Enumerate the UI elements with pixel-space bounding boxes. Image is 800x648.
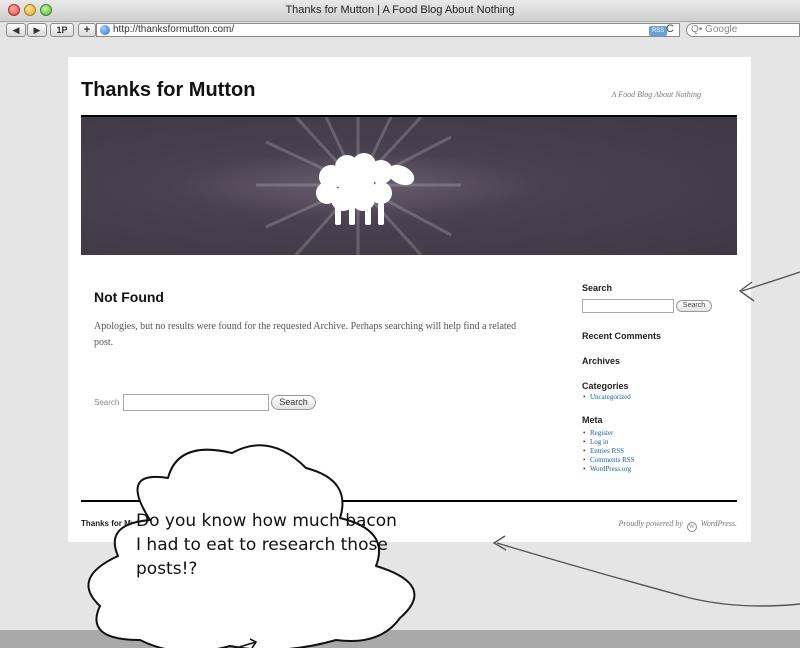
arrow-to-search xyxy=(738,271,800,302)
arrow-to-footer xyxy=(492,535,800,607)
speech-bubble-text: Do you know how much bacon I had to eat … xyxy=(136,511,397,579)
